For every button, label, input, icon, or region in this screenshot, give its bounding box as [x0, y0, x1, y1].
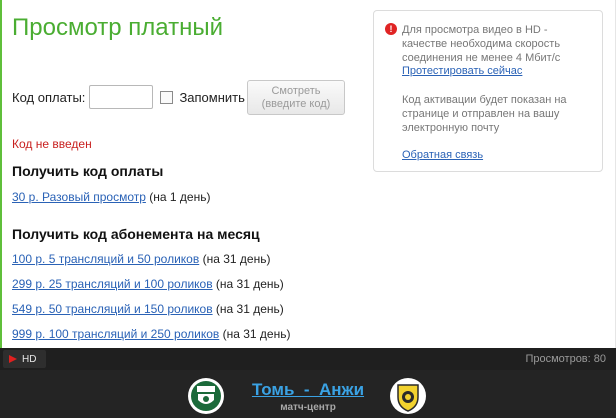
payment-code-input[interactable] [89, 85, 154, 109]
subscription-link[interactable]: 299 р. 25 трансляций и 100 роликов [12, 277, 213, 291]
views-counter: Просмотров: 80 [525, 353, 606, 365]
player-control-bar: HD Просмотров: 80 [0, 348, 616, 370]
match-footer: Томь - Анжи матч-центр [0, 370, 616, 418]
subscription-heading: Получить код абонемента на месяц [12, 226, 260, 242]
subscription-period: (на 31 день) [202, 252, 271, 266]
info-box: ! Для просмотра видео в HD - качестве не… [373, 10, 603, 172]
watch-button-label: Смотреть [271, 85, 321, 97]
activation-info-line: Код активации будет показан на [402, 94, 567, 106]
activation-info-line: электронную почту [402, 122, 500, 134]
remember-label: Запомнить [179, 89, 245, 105]
play-icon [9, 355, 17, 363]
subscription-period: (на 31 день) [222, 327, 291, 341]
payment-code-label: Код оплаты: [12, 89, 86, 105]
hd-info-line: Для просмотра видео в HD - [402, 24, 548, 36]
subscription-period: (на 31 день) [215, 302, 284, 316]
paid-viewing-panel: Просмотр платный Код оплаты: Запомнить С… [0, 0, 616, 348]
watch-button-hint: (введите код) [261, 98, 331, 110]
payment-code-row: Код оплаты: Запомнить [12, 84, 253, 110]
subscription-period: (на 31 день) [215, 277, 284, 291]
feedback-link[interactable]: Обратная связь [402, 149, 483, 161]
warning-icon: ! [385, 23, 397, 35]
activation-info-line: странице и отправлен на вашу [402, 108, 560, 120]
watch-button[interactable]: Смотреть (введите код) [247, 80, 345, 115]
subscription-link[interactable]: 549 р. 50 трансляций и 150 роликов [12, 302, 213, 316]
single-offer-link[interactable]: 30 р. Разовый просмотр [12, 190, 146, 204]
single-offer: 30 р. Разовый просмотр (на 1 день) [12, 190, 210, 204]
match-center-label: матч-центр [280, 402, 336, 413]
match-title-link[interactable]: Томь - Анжи [232, 380, 384, 400]
subscription-offer: 100 р. 5 трансляций и 50 роликов (на 31 … [12, 252, 270, 266]
subscription-offer: 299 р. 25 трансляций и 100 роликов (на 3… [12, 277, 284, 291]
subscription-offer: 999 р. 100 трансляций и 250 роликов (на … [12, 327, 290, 341]
tom-club-badge-icon [188, 378, 224, 414]
hd-info-line: соединения не менее 4 Мбит/с [402, 52, 561, 64]
subscription-link[interactable]: 999 р. 100 трансляций и 250 роликов [12, 327, 219, 341]
error-message: Код не введен [12, 137, 92, 151]
anzhi-club-badge-icon [390, 378, 426, 414]
hd-toggle-button[interactable]: HD [3, 350, 46, 368]
page-title: Просмотр платный [12, 14, 223, 41]
hd-label: HD [22, 353, 37, 365]
paid-viewing-widget: Просмотр платный Код оплаты: Запомнить С… [0, 0, 616, 418]
single-code-heading: Получить код оплаты [12, 163, 164, 179]
hd-info-line: качестве необходима скорость [402, 38, 561, 50]
subscription-offer: 549 р. 50 трансляций и 150 роликов (на 3… [12, 302, 284, 316]
remember-checkbox[interactable] [160, 90, 174, 104]
speed-test-link[interactable]: Протестировать сейчас [402, 65, 522, 77]
single-offer-period: (на 1 день) [149, 190, 211, 204]
subscription-link[interactable]: 100 р. 5 трансляций и 50 роликов [12, 252, 199, 266]
